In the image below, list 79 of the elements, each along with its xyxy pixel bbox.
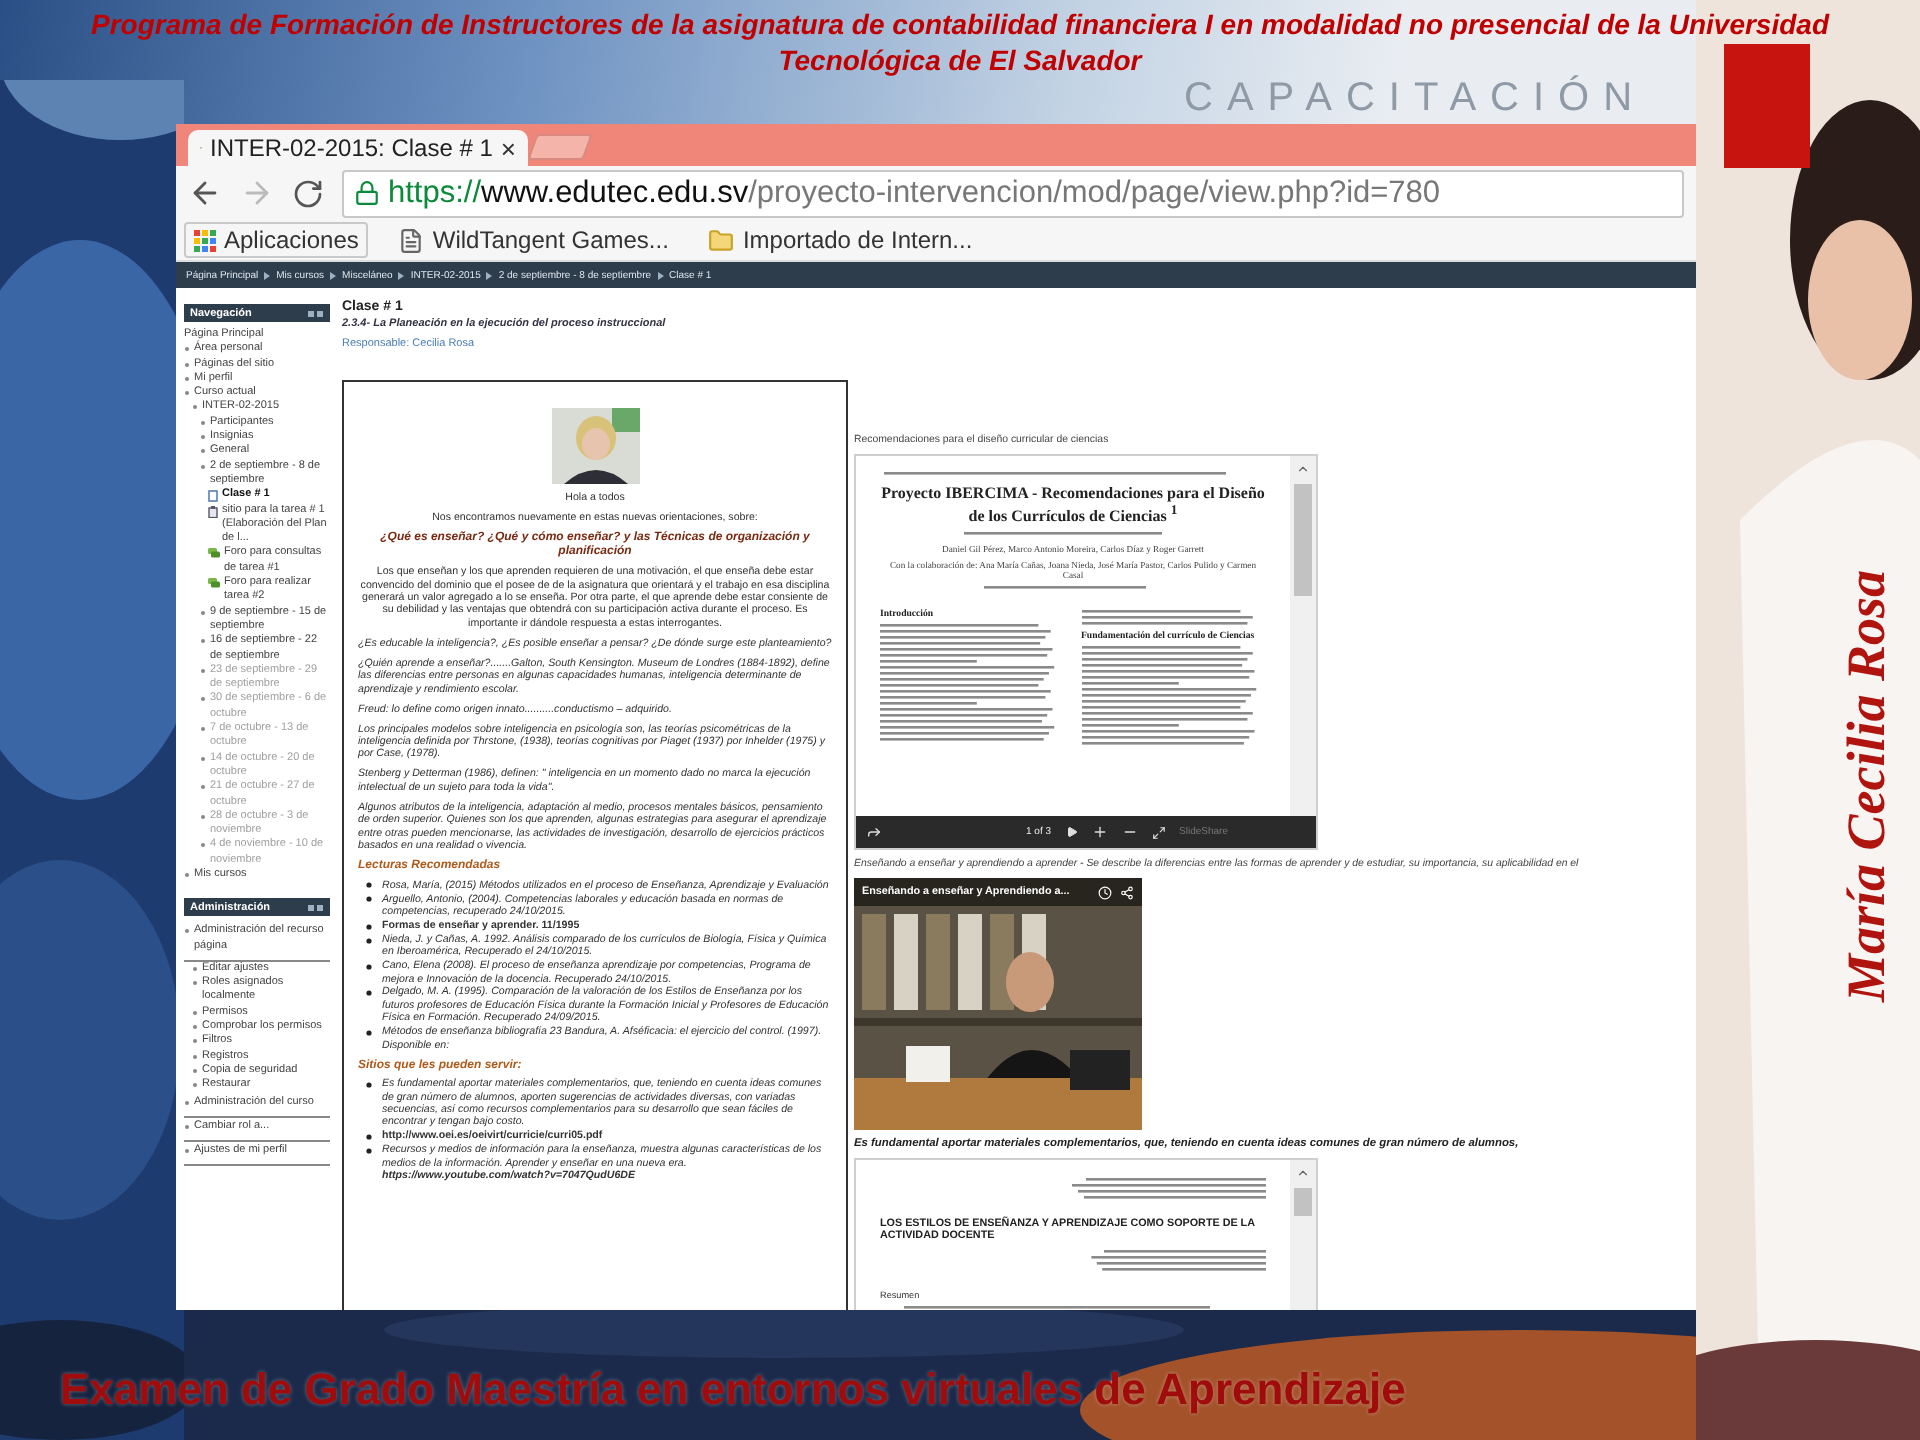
slide-title: Programa de Formación de Instructores de la asignatura de contabilidad financiera I en modalidad no presencial de la Universidad Tecnológica de El Salvador bbox=[90, 8, 1829, 76]
bullet-icon bbox=[184, 1099, 190, 1106]
slide-footer: Examen de Grado Maestría en entornos virtuales de Aprendizaje bbox=[60, 1363, 1406, 1415]
share-icon[interactable] bbox=[1120, 885, 1134, 899]
bullet-icon bbox=[184, 871, 190, 878]
bullet-icon bbox=[200, 696, 206, 703]
bullet-icon bbox=[200, 667, 206, 674]
bullet-icon bbox=[200, 448, 206, 455]
back-icon[interactable] bbox=[188, 176, 222, 210]
bullet-icon bbox=[200, 726, 206, 733]
banner-word: CAPACITACIÓN bbox=[1184, 78, 1647, 118]
bullet-icon bbox=[192, 404, 198, 411]
bullet-icon bbox=[366, 1147, 372, 1154]
clock-icon[interactable] bbox=[1098, 885, 1112, 899]
bullet-icon bbox=[366, 1029, 372, 1036]
document-title: Proyecto IBERCIMA - Recomendaciones para el Diseño de los Currículos de Ciencias $^{1}$ bbox=[880, 484, 1266, 526]
next-icon[interactable] bbox=[1065, 826, 1078, 838]
bullet-icon bbox=[200, 638, 206, 645]
bullet-icon bbox=[184, 390, 190, 397]
bullet-icon bbox=[200, 609, 206, 616]
page-icon bbox=[398, 227, 425, 253]
bullet-icon bbox=[192, 980, 198, 987]
bullet-icon bbox=[184, 346, 190, 353]
close-tab-button[interactable]: × bbox=[500, 135, 516, 161]
bullet-icon bbox=[192, 1053, 198, 1060]
bullet-icon bbox=[200, 842, 206, 849]
separator-icon bbox=[398, 271, 405, 279]
scroll-up-icon[interactable] bbox=[1296, 1166, 1310, 1180]
address-field[interactable]: https://www.edutec.edu.sv/proyecto-intervencion/mod/page/view.php?id=780 bbox=[342, 169, 1684, 217]
folder-icon bbox=[708, 227, 735, 253]
bookmark[interactable]: Importado de Intern... bbox=[698, 222, 983, 258]
browser-tab[interactable]: INTER-02-2015: Clase # 1 × bbox=[188, 130, 528, 166]
clipboard-icon bbox=[208, 505, 218, 518]
bullet-icon bbox=[200, 463, 206, 470]
bookmark[interactable]: Aplicaciones bbox=[184, 222, 369, 258]
separator-icon bbox=[264, 271, 271, 279]
bullet-icon bbox=[192, 965, 198, 972]
bullet-icon bbox=[192, 1082, 198, 1089]
bullet-icon bbox=[192, 1024, 198, 1031]
block-controls-icon[interactable] bbox=[308, 903, 324, 912]
chat-icon bbox=[208, 578, 220, 589]
bullet-icon bbox=[192, 1009, 198, 1016]
bullet-icon bbox=[366, 937, 372, 944]
bullet-icon bbox=[366, 990, 372, 997]
bullet-icon bbox=[366, 923, 372, 930]
bullet-icon bbox=[200, 784, 206, 791]
fullscreen-icon[interactable] bbox=[1151, 825, 1166, 839]
reload-icon[interactable] bbox=[292, 177, 324, 209]
bullet-icon bbox=[366, 1134, 372, 1141]
bullet-icon bbox=[366, 1081, 372, 1088]
share-icon[interactable] bbox=[866, 824, 882, 840]
bullet-icon bbox=[192, 1067, 198, 1074]
bullet-icon bbox=[366, 896, 372, 903]
url-text: https://www.edutec.edu.sv/proyecto-intervencion/mod/page/view.php?id=780 bbox=[388, 175, 1441, 211]
bullet-icon bbox=[184, 375, 190, 382]
page-icon bbox=[208, 490, 218, 503]
separator-icon bbox=[330, 271, 337, 279]
bullet-icon bbox=[200, 755, 206, 762]
scroll-up-icon[interactable] bbox=[1296, 462, 1310, 476]
bullet-icon bbox=[184, 1123, 190, 1130]
bookmark[interactable]: WildTangent Games... bbox=[388, 222, 679, 258]
lock-icon bbox=[354, 180, 380, 206]
chat-icon bbox=[208, 548, 220, 559]
apps-grid-icon bbox=[194, 229, 216, 251]
bullet-icon bbox=[184, 928, 190, 935]
block-controls-icon[interactable] bbox=[308, 309, 324, 317]
bullet-icon bbox=[366, 963, 372, 970]
bullet-icon bbox=[184, 361, 190, 368]
bullet-icon bbox=[200, 813, 206, 820]
bullet-icon bbox=[366, 882, 372, 889]
separator-icon bbox=[486, 271, 493, 279]
bullet-icon bbox=[192, 1038, 198, 1045]
bullet-icon bbox=[200, 434, 206, 441]
bullet-icon bbox=[200, 419, 206, 426]
scrollbar-thumb[interactable] bbox=[1294, 1188, 1312, 1216]
scrollbar-thumb[interactable] bbox=[1294, 484, 1312, 596]
separator-icon bbox=[657, 271, 664, 279]
bullet-icon bbox=[184, 1148, 190, 1155]
zoom-in-icon[interactable] bbox=[1091, 824, 1108, 840]
